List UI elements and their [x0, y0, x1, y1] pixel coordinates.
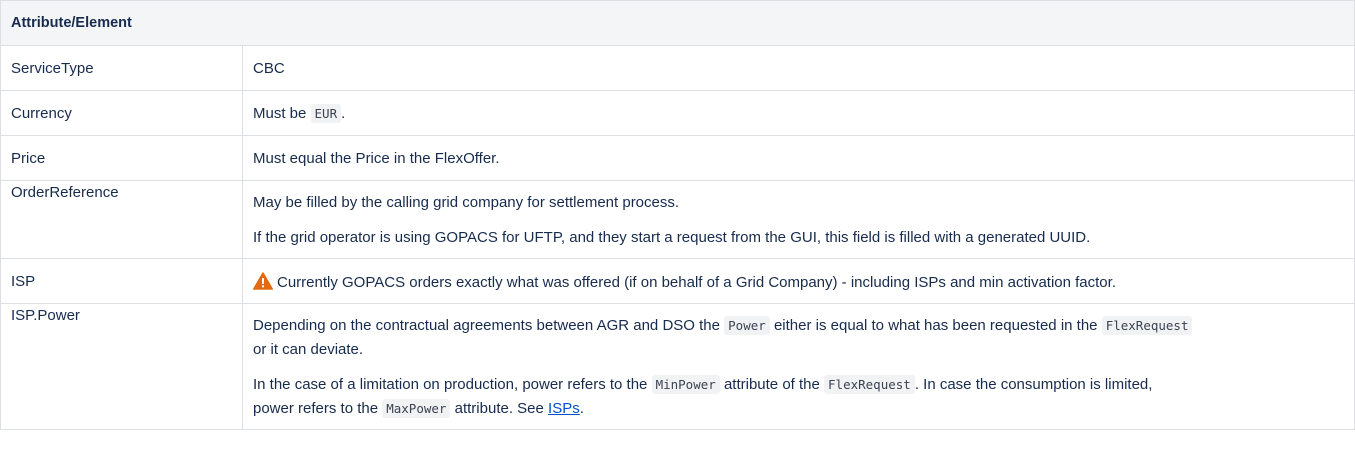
table-row: ISP.Power Depending on the contractual a…: [0, 303, 1355, 430]
value-text: either is equal to what has been request…: [773, 317, 1098, 334]
attribute-name: Currency: [0, 90, 243, 136]
code-maxpower: MaxPower: [382, 399, 451, 418]
value-text: . In case the consumption is limited,: [914, 376, 1153, 393]
attribute-name: Price: [0, 135, 243, 181]
warning-text: Currently GOPACS orders exactly what was…: [277, 273, 1116, 291]
attribute-name-text: OrderReference: [11, 184, 119, 201]
warning-icon: [253, 271, 273, 290]
attribute-value: Currently GOPACS orders exactly what was…: [242, 258, 1355, 304]
value-text: Depending on the contractual agreements …: [253, 317, 720, 334]
value-text: .: [579, 400, 584, 417]
attribute-name-text: ISP.Power: [11, 307, 80, 324]
table-row: Currency Must be EUR.: [0, 90, 1355, 136]
attribute-value: Depending on the contractual agreements …: [242, 303, 1355, 430]
code-flexrequest: FlexRequest: [1101, 316, 1193, 335]
attribute-name: ISP.Power: [0, 303, 243, 430]
value-text: or it can deviate.: [253, 341, 364, 358]
value-text: .: [341, 104, 346, 122]
code-flexrequest: FlexRequest: [824, 375, 915, 394]
value-text: attribute of the: [723, 376, 820, 393]
value-text: attribute. See: [454, 400, 544, 417]
table-row: Price Must equal the Price in the FlexOf…: [0, 135, 1355, 181]
code-power: Power: [724, 316, 770, 335]
value-paragraph: If the grid operator is using GOPACS for…: [253, 229, 1091, 246]
table-row: ServiceType CBC: [0, 45, 1355, 91]
attribute-value: Must be EUR.: [242, 90, 1355, 136]
value-paragraph: May be filled by the calling grid compan…: [253, 194, 680, 211]
code-eur: EUR: [310, 103, 342, 123]
attribute-name: OrderReference: [0, 180, 243, 259]
table-row: OrderReference May be filled by the call…: [0, 180, 1355, 259]
attribute-name: ServiceType: [0, 45, 243, 91]
attribute-value: CBC: [242, 45, 1355, 91]
code-minpower: MinPower: [651, 375, 720, 394]
table-header-row: Attribute/Element: [0, 0, 1355, 46]
value-text: Must be: [253, 104, 307, 122]
value-paragraph: In the case of a limitation on productio…: [253, 373, 1344, 421]
column-header-attribute: Attribute/Element: [0, 0, 1355, 46]
attribute-name: ISP: [0, 258, 243, 304]
value-text: power refers to the: [253, 400, 379, 417]
attribute-table: Attribute/Element ServiceType CBC Curren…: [0, 0, 1355, 430]
table-row: ISP Currently GOPACS orders exactly what…: [0, 258, 1355, 304]
value-paragraph: Depending on the contractual agreements …: [253, 314, 1344, 362]
attribute-value: May be filled by the calling grid compan…: [242, 180, 1355, 259]
isps-link[interactable]: ISPs: [548, 400, 580, 417]
attribute-value: Must equal the Price in the FlexOffer.: [242, 135, 1355, 181]
value-text: In the case of a limitation on productio…: [253, 376, 648, 393]
